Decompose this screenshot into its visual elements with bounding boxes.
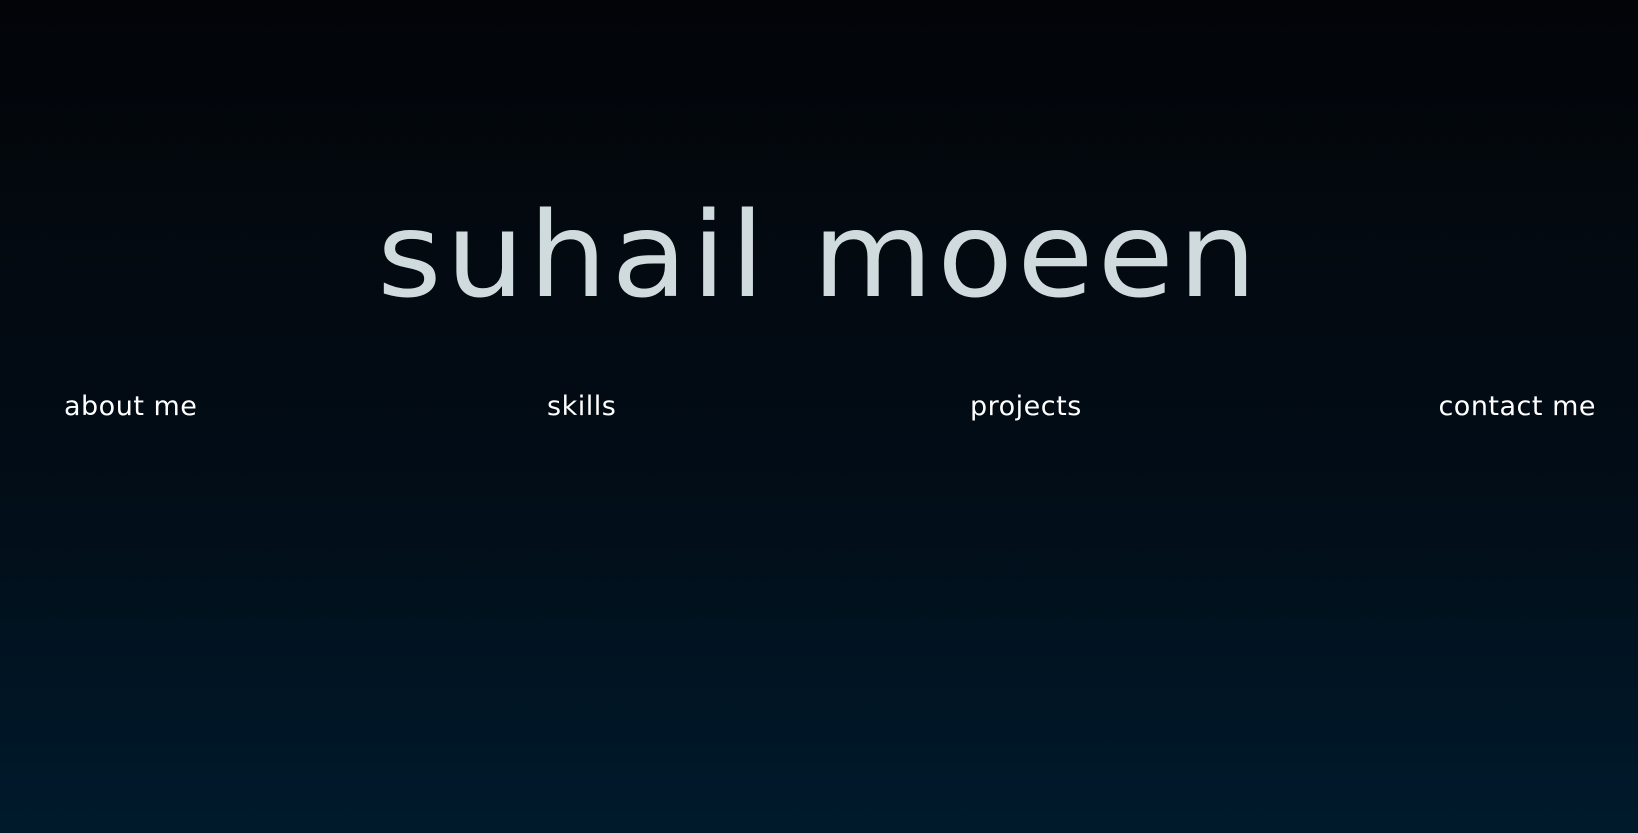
nav-link-projects[interactable]: projects — [970, 387, 1082, 427]
site-title: suhail moeen — [377, 186, 1261, 324]
nav-link-about-me[interactable]: about me — [64, 387, 197, 427]
main-nav: about me skills projects contact me — [0, 387, 1638, 427]
nav-link-contact-me[interactable]: contact me — [1438, 387, 1596, 427]
nav-link-skills[interactable]: skills — [547, 387, 616, 427]
